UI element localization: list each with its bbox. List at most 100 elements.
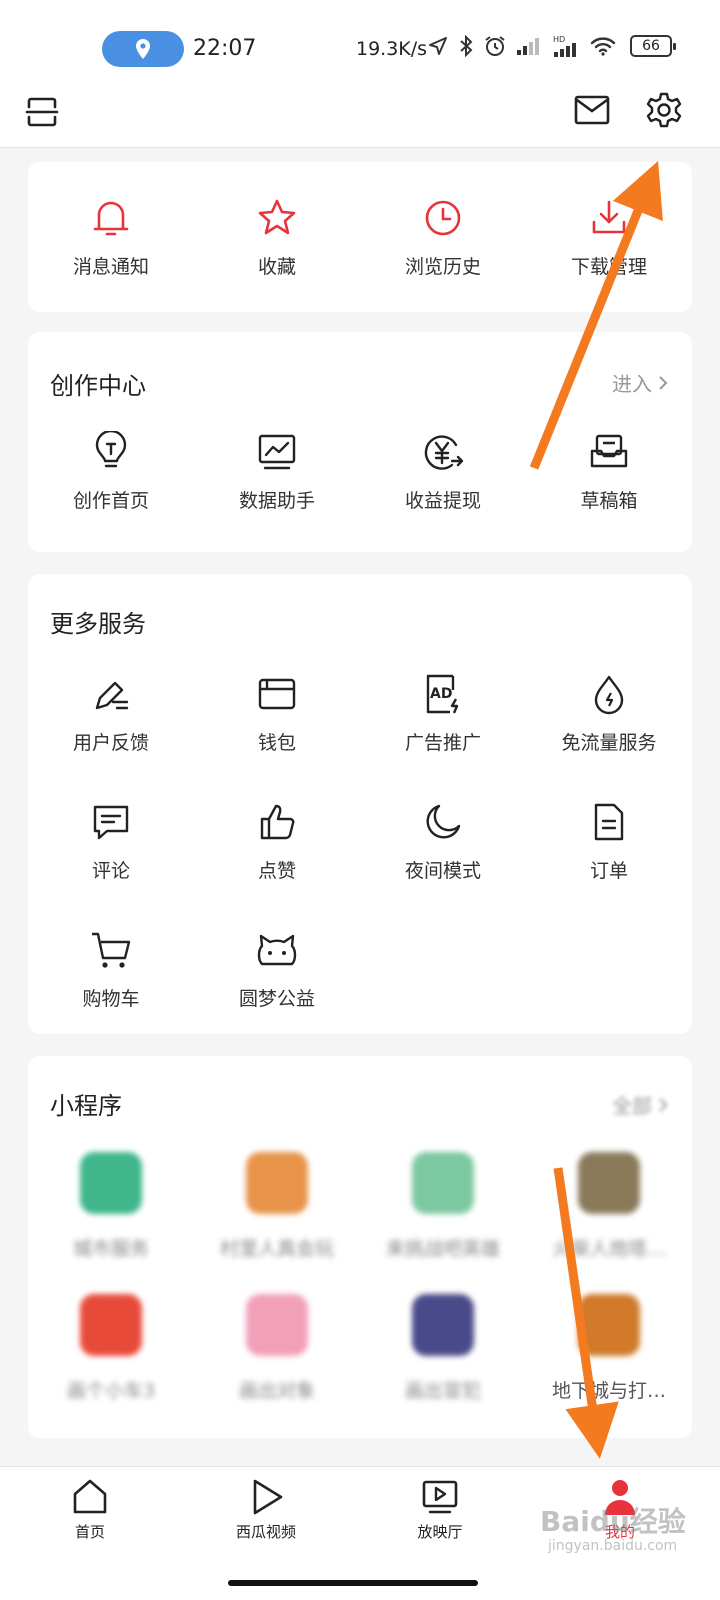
mail-icon xyxy=(574,95,610,125)
mini-program-thumbnail xyxy=(412,1152,474,1214)
mini-program-item[interactable]: 地下城与打… xyxy=(526,1294,692,1403)
quick-action-history[interactable]: 浏览历史 xyxy=(360,196,526,279)
mini-program-thumbnail xyxy=(578,1152,640,1214)
service-label: 钱包 xyxy=(257,732,296,754)
svg-text:HD: HD xyxy=(553,35,565,44)
service-label: 圆梦公益 xyxy=(238,988,315,1010)
mini-program-item[interactable]: 画个小车3 xyxy=(28,1294,194,1403)
comment-icon xyxy=(93,805,129,840)
service-orders[interactable]: 订单 xyxy=(526,800,692,883)
location-indicator[interactable] xyxy=(102,31,184,67)
quick-action-label: 消息通知 xyxy=(72,256,149,278)
quick-action-downloads[interactable]: 下载管理 xyxy=(526,196,692,279)
mini-program-item[interactable]: 来挑战吧英雄 xyxy=(360,1152,526,1261)
mini-program-item[interactable]: 画出冒犯 xyxy=(360,1294,526,1403)
home-icon xyxy=(73,1479,107,1514)
quick-action-label: 浏览历史 xyxy=(404,256,481,278)
service-likes[interactable]: 点赞 xyxy=(194,800,360,883)
watermark: Baidu经验 xyxy=(540,1505,686,1538)
mini-program-label: 火柴人炮塔… xyxy=(551,1238,666,1260)
service-feedback[interactable]: 用户反馈 xyxy=(28,672,194,755)
mini-program-item[interactable]: 画出对象 xyxy=(194,1294,360,1403)
service-wallet[interactable]: 钱包 xyxy=(194,672,360,755)
mini-program-label: 来挑战吧英雄 xyxy=(385,1238,500,1260)
service-label: 点赞 xyxy=(257,860,296,882)
data-assistant[interactable]: 数据助手 xyxy=(194,430,360,513)
location-icon xyxy=(136,39,150,59)
quick-action-favorites[interactable]: 收藏 xyxy=(194,196,360,279)
nav-xigua-video[interactable]: 西瓜视频 xyxy=(176,1477,356,1542)
scan-button[interactable] xyxy=(22,92,62,132)
creation-label: 草稿箱 xyxy=(580,490,638,512)
earnings-withdraw[interactable]: 收益提现 xyxy=(360,430,526,513)
chevron-right-icon xyxy=(659,1097,668,1112)
pen-feedback-icon xyxy=(95,681,129,710)
network-speed: 19.3K/s xyxy=(356,38,428,60)
service-label: 订单 xyxy=(589,860,628,882)
quick-actions-card: 消息通知 收藏 浏览历史 下载管理 xyxy=(28,162,692,312)
section-title: 创作中心 xyxy=(50,372,146,400)
service-label: 免流量服务 xyxy=(561,732,657,754)
chart-monitor-icon xyxy=(258,434,296,470)
drafts-box[interactable]: 草稿箱 xyxy=(526,430,692,513)
mini-program-label: 画出冒犯 xyxy=(404,1380,481,1402)
creation-center-card: 创作中心 进入 创作首页 数据助手 收益提现 草稿箱 xyxy=(28,332,692,552)
service-label: 广告推广 xyxy=(404,732,481,754)
bluetooth-icon xyxy=(460,35,473,57)
signal-icon xyxy=(517,38,539,55)
service-charity[interactable]: 圆梦公益 xyxy=(194,928,360,1011)
service-free-data[interactable]: 免流量服务 xyxy=(526,672,692,755)
cart-icon xyxy=(92,932,131,968)
service-cart[interactable]: 购物车 xyxy=(28,928,194,1011)
mini-program-label: 村里人真会玩 xyxy=(219,1238,334,1260)
nav-label: 首页 xyxy=(74,1523,105,1541)
wifi-icon xyxy=(590,37,616,56)
mini-programs-all-link[interactable]: 全部 xyxy=(612,1090,668,1119)
watermark-url: jingyan.baidu.com xyxy=(548,1538,678,1554)
nav-label: 放映厅 xyxy=(417,1523,463,1541)
mini-program-thumbnail xyxy=(80,1152,142,1214)
creation-label: 创作首页 xyxy=(72,490,149,512)
battery-icon: 66 xyxy=(630,35,676,57)
creation-home[interactable]: 创作首页 xyxy=(28,430,194,513)
messages-button[interactable] xyxy=(570,88,614,132)
chevron-right-icon xyxy=(659,375,668,390)
creation-center-enter-link[interactable]: 进入 xyxy=(612,368,668,397)
nav-screening-hall[interactable]: 放映厅 xyxy=(350,1477,530,1542)
all-label: 全部 xyxy=(612,1094,652,1118)
screening-hall-icon xyxy=(422,1480,458,1514)
mini-program-label: 画个小车3 xyxy=(66,1380,156,1402)
service-label: 评论 xyxy=(91,860,130,882)
status-bar: 22:07 19.3K/s HD 66 xyxy=(0,0,720,80)
order-document-icon xyxy=(594,803,624,841)
service-advertising[interactable]: AD 广告推广 xyxy=(360,672,526,755)
data-drop-icon xyxy=(594,675,624,715)
hd-signal-icon: HD xyxy=(553,35,576,57)
mini-program-label: 地下城与打… xyxy=(551,1380,666,1402)
service-night-mode[interactable]: 夜间模式 xyxy=(360,800,526,883)
creation-label: 数据助手 xyxy=(238,490,315,512)
service-comments[interactable]: 评论 xyxy=(28,800,194,883)
mini-program-thumbnail xyxy=(246,1152,308,1214)
section-title: 小程序 xyxy=(50,1092,122,1120)
lightbulb-icon xyxy=(95,431,127,468)
nav-label: 西瓜视频 xyxy=(235,1523,296,1541)
more-services-card: 更多服务 用户反馈 钱包 AD 广告推广 免流量服务 评论 点赞 夜间模式 订单… xyxy=(28,574,692,1034)
mini-program-item[interactable]: 村里人真会玩 xyxy=(194,1152,360,1261)
clock-time: 22:07 xyxy=(193,36,257,61)
mini-program-item[interactable]: 城市服务 xyxy=(28,1152,194,1261)
home-indicator[interactable] xyxy=(228,1580,478,1586)
nav-home[interactable]: 首页 xyxy=(0,1477,180,1542)
settings-button[interactable] xyxy=(642,88,686,132)
wallet-icon xyxy=(258,678,296,710)
star-icon xyxy=(258,199,296,235)
service-label: 购物车 xyxy=(82,988,140,1010)
mini-program-item[interactable]: 火柴人炮塔… xyxy=(526,1152,692,1261)
ad-icon: AD xyxy=(426,674,459,714)
alarm-icon xyxy=(485,36,505,56)
drafts-box-icon xyxy=(590,434,628,468)
battery-level: 66 xyxy=(642,38,660,54)
bell-icon xyxy=(93,201,129,236)
quick-action-notifications[interactable]: 消息通知 xyxy=(28,196,194,279)
top-bar xyxy=(0,80,720,148)
